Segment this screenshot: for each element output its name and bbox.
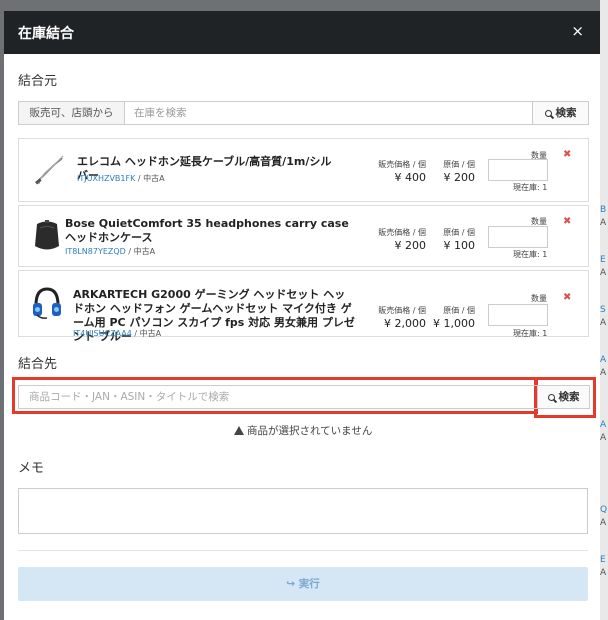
item-meta: IT4UJSUCZAA4 / 中古A <box>73 329 162 338</box>
memo-label: メモ <box>18 461 45 476</box>
source-item: エレコム ヘッドホン延長ケーブル/高音質/1m/シルバー ITJUXHZVB1F… <box>18 138 589 202</box>
current-stock: 現在庫: 1 <box>513 250 548 259</box>
execute-button-label: 実行 <box>298 578 320 590</box>
item-condition: 中古A <box>133 247 156 256</box>
remove-icon[interactable]: ✖ <box>563 216 571 227</box>
cost-price: ¥ 100 <box>443 239 476 252</box>
source-item: ARKARTECH G2000 ゲーミング ヘッドセット ヘッドホン ヘッドフォ… <box>18 270 589 343</box>
cost-price-label: 原価 / 個 <box>443 228 475 237</box>
case-thumbnail <box>35 220 59 250</box>
source-section-label: 結合元 <box>18 74 58 89</box>
footer-divider <box>18 550 588 551</box>
quantity-input[interactable] <box>488 226 548 248</box>
cost-price: ¥ 1,000 <box>433 317 475 330</box>
item-meta: IT8LN87YEZQD / 中古A <box>65 247 156 256</box>
current-stock: 現在庫: 1 <box>513 329 548 338</box>
sell-price: ¥ 400 <box>394 171 427 184</box>
item-condition: 中古A <box>139 329 162 338</box>
item-sku-link[interactable]: IT4UJSUCZAA4 <box>73 329 132 338</box>
no-selection-warning: 商品が選択されていません <box>234 423 372 438</box>
close-icon[interactable]: × <box>571 22 584 40</box>
search-icon <box>547 394 555 401</box>
sell-price: ¥ 2,000 <box>384 317 426 330</box>
memo-textarea[interactable] <box>18 488 588 534</box>
cost-price-label: 原価 / 個 <box>443 160 475 169</box>
sell-price-label: 販売価格 / 個 <box>378 160 426 169</box>
source-item: Bose QuietComfort 35 headphones carry ca… <box>18 205 589 267</box>
quantity-input[interactable] <box>488 304 548 326</box>
modal-title: 在庫結合 <box>18 26 74 42</box>
remove-icon[interactable]: ✖ <box>563 149 571 160</box>
current-stock: 現在庫: 1 <box>513 183 548 192</box>
source-search-bar: 販売可、店頭から 在庫を検索 検索 <box>18 101 589 125</box>
destination-search-input[interactable]: 商品コード・JAN・ASIN・タイトルで検索 <box>18 385 542 409</box>
cost-price-label: 原価 / 個 <box>443 306 475 315</box>
cost-price: ¥ 200 <box>443 171 476 184</box>
destination-section-label: 結合先 <box>18 357 58 372</box>
item-sku-link[interactable]: IT8LN87YEZQD <box>65 247 126 256</box>
item-condition: 中古A <box>143 174 165 183</box>
source-search-button[interactable]: 検索 <box>532 101 589 125</box>
quantity-input[interactable] <box>488 159 548 181</box>
share-arrow-icon: ↪ <box>286 578 296 590</box>
headset-thumbnail <box>33 287 61 319</box>
cable-thumbnail <box>35 155 64 185</box>
item-sku-link[interactable]: ITJUXHZVB1FK <box>77 174 135 183</box>
source-search-button-label: 検索 <box>555 107 577 119</box>
stock-merge-modal: 在庫結合 × 結合元 販売可、店頭から 在庫を検索 検索 エレコム ヘッドホン延… <box>4 11 600 620</box>
item-meta: ITJUXHZVB1FK / 中古A <box>77 174 165 183</box>
destination-search-button[interactable]: 検索 <box>537 385 590 409</box>
warning-icon <box>234 426 244 435</box>
sell-price-label: 販売価格 / 個 <box>378 228 426 237</box>
warning-text: 商品が選択されていません <box>247 425 373 437</box>
sell-price: ¥ 200 <box>394 239 427 252</box>
source-search-input[interactable]: 在庫を検索 <box>124 101 540 125</box>
remove-icon[interactable]: ✖ <box>563 292 571 303</box>
quantity-label: 数量 <box>531 294 547 303</box>
execute-button[interactable]: ↪ 実行 <box>18 567 588 601</box>
source-filter-dropdown[interactable]: 販売可、店頭から <box>18 101 125 125</box>
modal-header: 在庫結合 × <box>4 11 600 54</box>
item-name: Bose QuietComfort 35 headphones carry ca… <box>65 217 349 244</box>
background-page: BA EA SA AA AA QA EA <box>600 0 608 620</box>
sell-price-label: 販売価格 / 個 <box>378 306 426 315</box>
search-icon <box>544 110 552 117</box>
destination-search-button-label: 検索 <box>558 391 580 403</box>
